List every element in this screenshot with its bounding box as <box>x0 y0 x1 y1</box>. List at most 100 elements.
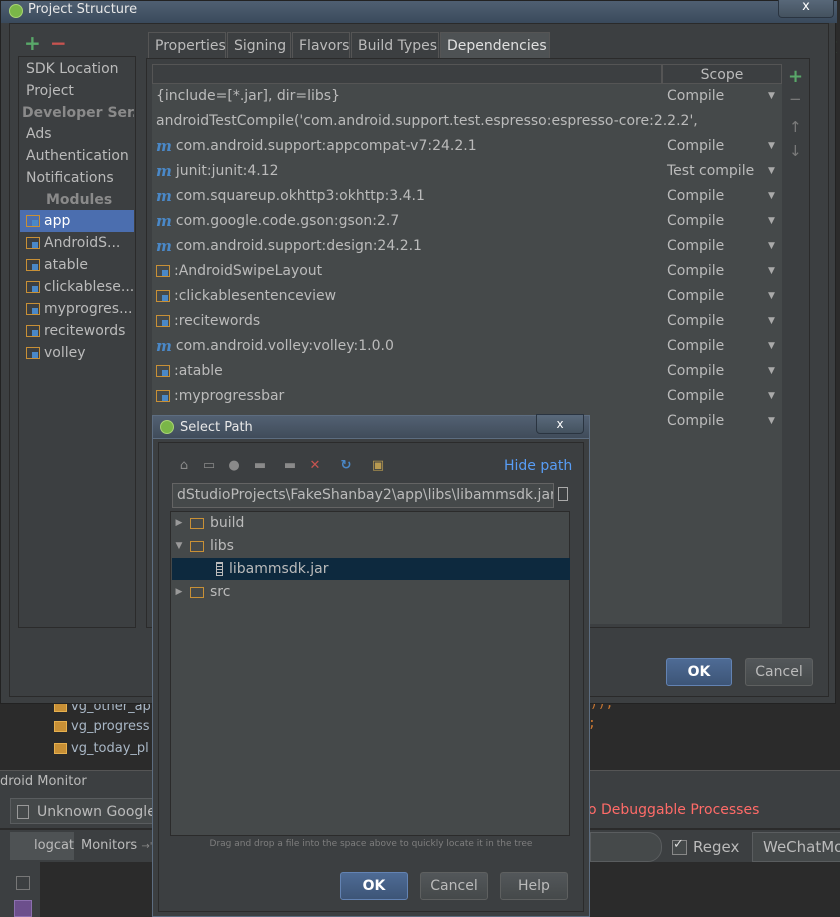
tab-monitors[interactable]: Monitors →' <box>81 832 152 860</box>
path-input[interactable]: dStudioProjects\FakeShanbay2\app\libs\li… <box>172 483 554 508</box>
chevron-down-icon[interactable]: ▼ <box>768 360 775 382</box>
sidebar-item-authentication[interactable]: Authentication <box>26 145 129 167</box>
chevron-down-icon[interactable]: ▼ <box>768 160 775 182</box>
tree-node-libammsdk-jar[interactable]: libammsdk.jar <box>172 558 570 580</box>
move-down-icon[interactable]: ↓ <box>789 142 802 160</box>
file-item[interactable]: vg_progress <box>54 716 150 736</box>
chevron-down-icon[interactable]: ▼ <box>768 235 775 257</box>
chevron-down-icon[interactable]: ▼ <box>768 135 775 157</box>
tab-flavors[interactable]: Flavors <box>292 32 350 58</box>
new-folder-icon[interactable]: ▬ <box>282 458 298 474</box>
dialog-cancel-button[interactable]: Cancel <box>420 872 488 900</box>
chevron-down-icon[interactable]: ▼ <box>768 85 775 107</box>
dependency-row[interactable]: :recitewords <box>156 310 260 332</box>
scope-select[interactable]: Compile <box>667 335 724 357</box>
dependency-name: androidTestCompile('com.android.support.… <box>156 113 698 129</box>
regex-checkbox[interactable]: Regex <box>672 837 739 856</box>
dependency-row[interactable]: :atable <box>156 360 223 382</box>
scope-select[interactable]: Compile <box>667 385 724 407</box>
dependency-row[interactable]: m junit:junit:4.12 <box>156 160 279 182</box>
sidebar-module[interactable]: volley <box>20 342 134 364</box>
sidebar-item-project[interactable]: Project <box>26 80 74 102</box>
scope-select[interactable]: Compile <box>667 310 724 332</box>
ok-button[interactable]: OK <box>666 658 732 686</box>
tab-build-types[interactable]: Build Types <box>351 32 439 58</box>
project-icon[interactable]: ● <box>226 458 242 474</box>
sidebar-item-ads[interactable]: Ads <box>26 123 52 145</box>
dependency-row[interactable]: m com.android.support:appcompat-v7:24.2.1 <box>156 135 477 157</box>
chevron-down-icon[interactable]: ▼ <box>768 260 775 282</box>
drag-drop-hint: Drag and drop a file into the space abov… <box>209 839 533 849</box>
chevron-down-icon[interactable]: ▼ <box>768 185 775 207</box>
dialog-ok-button[interactable]: OK <box>340 872 408 900</box>
trash-icon[interactable] <box>16 876 30 890</box>
dependency-row[interactable]: androidTestCompile('com.android.support.… <box>156 110 698 132</box>
scope-select[interactable]: Compile <box>667 360 724 382</box>
dependency-row[interactable]: :AndroidSwipeLayout <box>156 260 322 282</box>
chevron-down-icon[interactable]: ▼ <box>768 385 775 407</box>
dependency-row[interactable]: m com.android.support:design:24.2.1 <box>156 235 422 257</box>
dependency-row[interactable]: m com.android.volley:volley:1.0.0 <box>156 335 394 357</box>
device-selector[interactable]: Unknown Google <box>10 798 160 824</box>
chevron-down-icon[interactable]: ▼ <box>768 285 775 307</box>
screen-capture-icon[interactable] <box>14 900 32 917</box>
module-folder-icon[interactable]: ▬ <box>252 458 268 474</box>
dependency-name: com.android.support:design:24.2.1 <box>175 238 422 254</box>
dialog-help-button[interactable]: Help <box>500 872 568 900</box>
chevron-down-icon[interactable]: ▼ <box>768 210 775 232</box>
refresh-icon[interactable]: ↻ <box>338 458 354 474</box>
hide-path-link[interactable]: Hide path <box>504 458 572 474</box>
dependency-row[interactable]: m com.google.code.gson:gson:2.7 <box>156 210 399 232</box>
sidebar-module[interactable]: atable <box>20 254 134 276</box>
tab-dependencies[interactable]: Dependencies <box>440 32 550 58</box>
expand-icon[interactable]: ▶ <box>174 581 184 603</box>
chevron-down-icon[interactable]: ▼ <box>768 335 775 357</box>
dialog-close-button[interactable]: x <box>536 414 584 434</box>
dependency-row[interactable]: m com.squareup.okhttp3:okhttp:3.4.1 <box>156 185 425 207</box>
move-up-icon[interactable]: ↑ <box>789 118 802 136</box>
tab-properties[interactable]: Properties <box>148 32 226 58</box>
sidebar-item-sdk-location[interactable]: SDK Location <box>26 58 119 80</box>
show-hidden-icon[interactable]: ▣ <box>370 458 386 474</box>
scope-select[interactable]: Compile <box>667 85 724 107</box>
sidebar-item-notifications[interactable]: Notifications <box>26 167 114 189</box>
file-item[interactable]: vg_today_pl <box>54 738 149 758</box>
cancel-button[interactable]: Cancel <box>745 658 813 686</box>
window-close-button[interactable]: x <box>778 0 834 18</box>
collapse-icon[interactable]: ▼ <box>174 535 184 557</box>
scope-select[interactable]: Compile <box>667 135 724 157</box>
dependency-row[interactable]: :clickablesentenceview <box>156 285 336 307</box>
scope-select[interactable]: Compile <box>667 210 724 232</box>
desktop-icon[interactable]: ▭ <box>201 458 217 474</box>
scope-select[interactable]: Compile <box>667 235 724 257</box>
scope-select[interactable]: Compile <box>667 260 724 282</box>
scope-select[interactable]: Compile <box>667 185 724 207</box>
remove-dependency-icon[interactable]: − <box>789 90 802 108</box>
add-dependency-icon[interactable]: + <box>788 66 803 87</box>
scope-select[interactable]: Test compile <box>667 160 754 182</box>
delete-icon[interactable]: ✕ <box>307 458 323 474</box>
sidebar-module[interactable]: clickablese... <box>20 276 134 298</box>
sidebar-module[interactable]: AndroidS... <box>20 232 134 254</box>
dependency-row[interactable]: {include=[*.jar], dir=libs} <box>156 85 340 107</box>
chevron-down-icon[interactable]: ▼ <box>768 310 775 332</box>
scope-select[interactable]: Compile <box>667 285 724 307</box>
sidebar-module[interactable]: recitewords <box>20 320 134 342</box>
log-search-input[interactable] <box>590 832 662 862</box>
dependency-row[interactable]: :myprogressbar <box>156 385 284 407</box>
chevron-down-icon[interactable]: ▼ <box>768 410 775 432</box>
tree-node-build[interactable]: ▶ build <box>174 512 568 534</box>
expand-icon[interactable]: ▶ <box>174 512 184 534</box>
tab-logcat[interactable]: logcat <box>10 832 74 860</box>
remove-icon[interactable]: − <box>50 33 67 53</box>
log-filter-select[interactable]: WeChatMo <box>752 832 840 862</box>
tree-node-src[interactable]: ▶ src <box>174 581 568 603</box>
scope-select[interactable]: Compile <box>667 410 724 432</box>
sidebar-module[interactable]: myprogres... <box>20 298 134 320</box>
home-icon[interactable]: ⌂ <box>176 458 192 474</box>
tab-signing[interactable]: Signing <box>227 32 291 58</box>
add-icon[interactable]: + <box>24 33 41 53</box>
sidebar-module-app[interactable]: app <box>20 210 134 232</box>
tree-node-libs[interactable]: ▼ libs <box>174 535 568 557</box>
history-icon[interactable] <box>558 487 568 501</box>
